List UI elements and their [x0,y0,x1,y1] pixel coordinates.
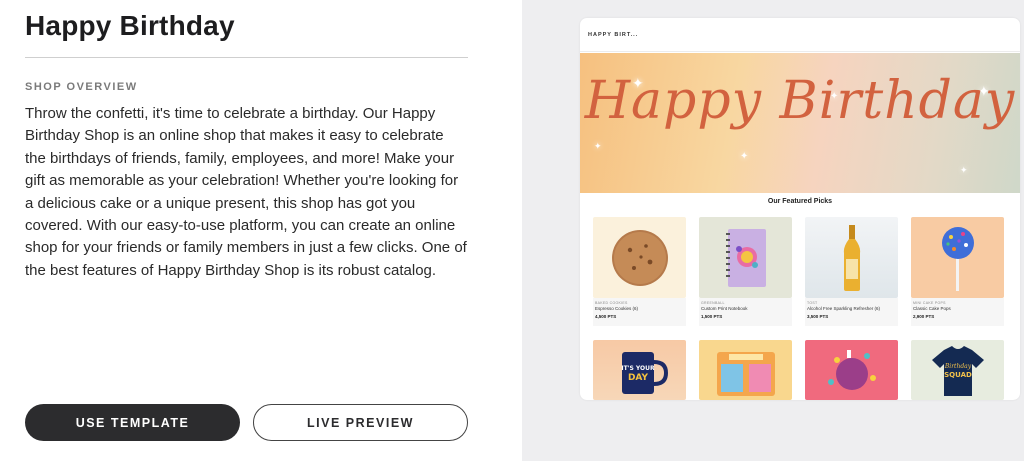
product-points: 3,500 PTS [807,314,829,319]
description-scroll-area[interactable]: Throw the confetti, it's time to celebra… [25,103,468,282]
product-image-tshirt: Birthday SQUAD [911,340,1004,400]
featured-picks-heading: Our Featured Picks [767,198,833,205]
product-name: Alcohol Free Sparkling Refresher (6) [807,306,881,311]
product-image-notebook [699,217,792,298]
product-info: GREENBALL Custom Print Notebook 1,500 PT… [699,298,792,326]
preview-panel: HAPPY BIRT... ✦ ✦ ✦ ✦ ✦ ✦ Happy Birthday… [522,0,1024,461]
preview-header: HAPPY BIRT... [580,18,1020,52]
hero-script-text: Happy Birthday [584,71,1016,131]
product-card[interactable]: IT'S YOUR DAY [593,340,686,400]
product-image-confetti [805,340,898,400]
product-points: 2,900 PTS [913,314,935,319]
sparkle-icon: ✦ [594,141,602,151]
product-card[interactable]: Birthday SQUAD [911,340,1004,400]
product-image-bottle [805,217,898,298]
template-description: Throw the confetti, it's time to celebra… [25,105,467,279]
product-category: GREENBALL [701,301,725,305]
product-info: BAKED COOKIES Espresso Cookies (6) 4,500… [593,298,686,326]
product-card[interactable]: BAKED COOKIES Espresso Cookies (6) 4,500… [593,217,686,326]
product-name: Classic Cake Pops [913,306,951,311]
product-name: Custom Print Notebook [701,306,748,311]
product-image-treat-box [699,340,792,400]
product-card[interactable]: TOST Alcohol Free Sparkling Refresher (6… [805,217,898,326]
hero-banner: ✦ ✦ ✦ ✦ ✦ ✦ Happy Birthday [580,53,1020,193]
section-label: SHOP OVERVIEW [25,81,138,93]
svg-text:DAY: DAY [627,373,648,383]
shop-preview-frame[interactable]: HAPPY BIRT... ✦ ✦ ✦ ✦ ✦ ✦ Happy Birthday… [580,18,1020,400]
product-category: TOST [807,301,818,305]
product-info: TOST Alcohol Free Sparkling Refresher (6… [805,298,898,326]
title-divider [25,57,468,58]
live-preview-button[interactable]: LIVE PREVIEW [253,404,468,441]
product-category: BAKED COOKIES [595,301,628,305]
sparkle-icon: ✦ [960,165,968,175]
product-card[interactable]: GREENBALL Custom Print Notebook 1,500 PT… [699,217,792,326]
product-name: Espresso Cookies (6) [595,306,639,311]
product-card[interactable] [699,340,792,400]
template-title: Happy Birthday [25,10,235,41]
preview-shop-name: HAPPY BIRT... [588,31,639,38]
product-image-cookie [593,217,686,298]
sparkle-icon: ✦ [740,151,749,162]
product-category: MINI CAKE POPS [913,301,946,305]
product-points: 4,500 PTS [595,314,617,319]
use-template-button[interactable]: USE TEMPLATE [25,404,240,441]
product-info: MINI CAKE POPS Classic Cake Pops 2,900 P… [911,298,1004,326]
template-details-panel: Happy Birthday SHOP OVERVIEW Throw the c… [0,0,522,461]
product-card[interactable]: MINI CAKE POPS Classic Cake Pops 2,900 P… [911,217,1004,326]
product-image-mug: IT'S YOUR DAY [593,340,686,400]
svg-text:SQUAD: SQUAD [944,371,972,379]
product-image-cake-pop [911,217,1004,298]
product-card[interactable] [805,340,898,400]
svg-text:Birthday: Birthday [943,363,971,370]
product-points: 1,500 PTS [701,314,723,319]
svg-text:IT'S YOUR: IT'S YOUR [621,365,655,372]
